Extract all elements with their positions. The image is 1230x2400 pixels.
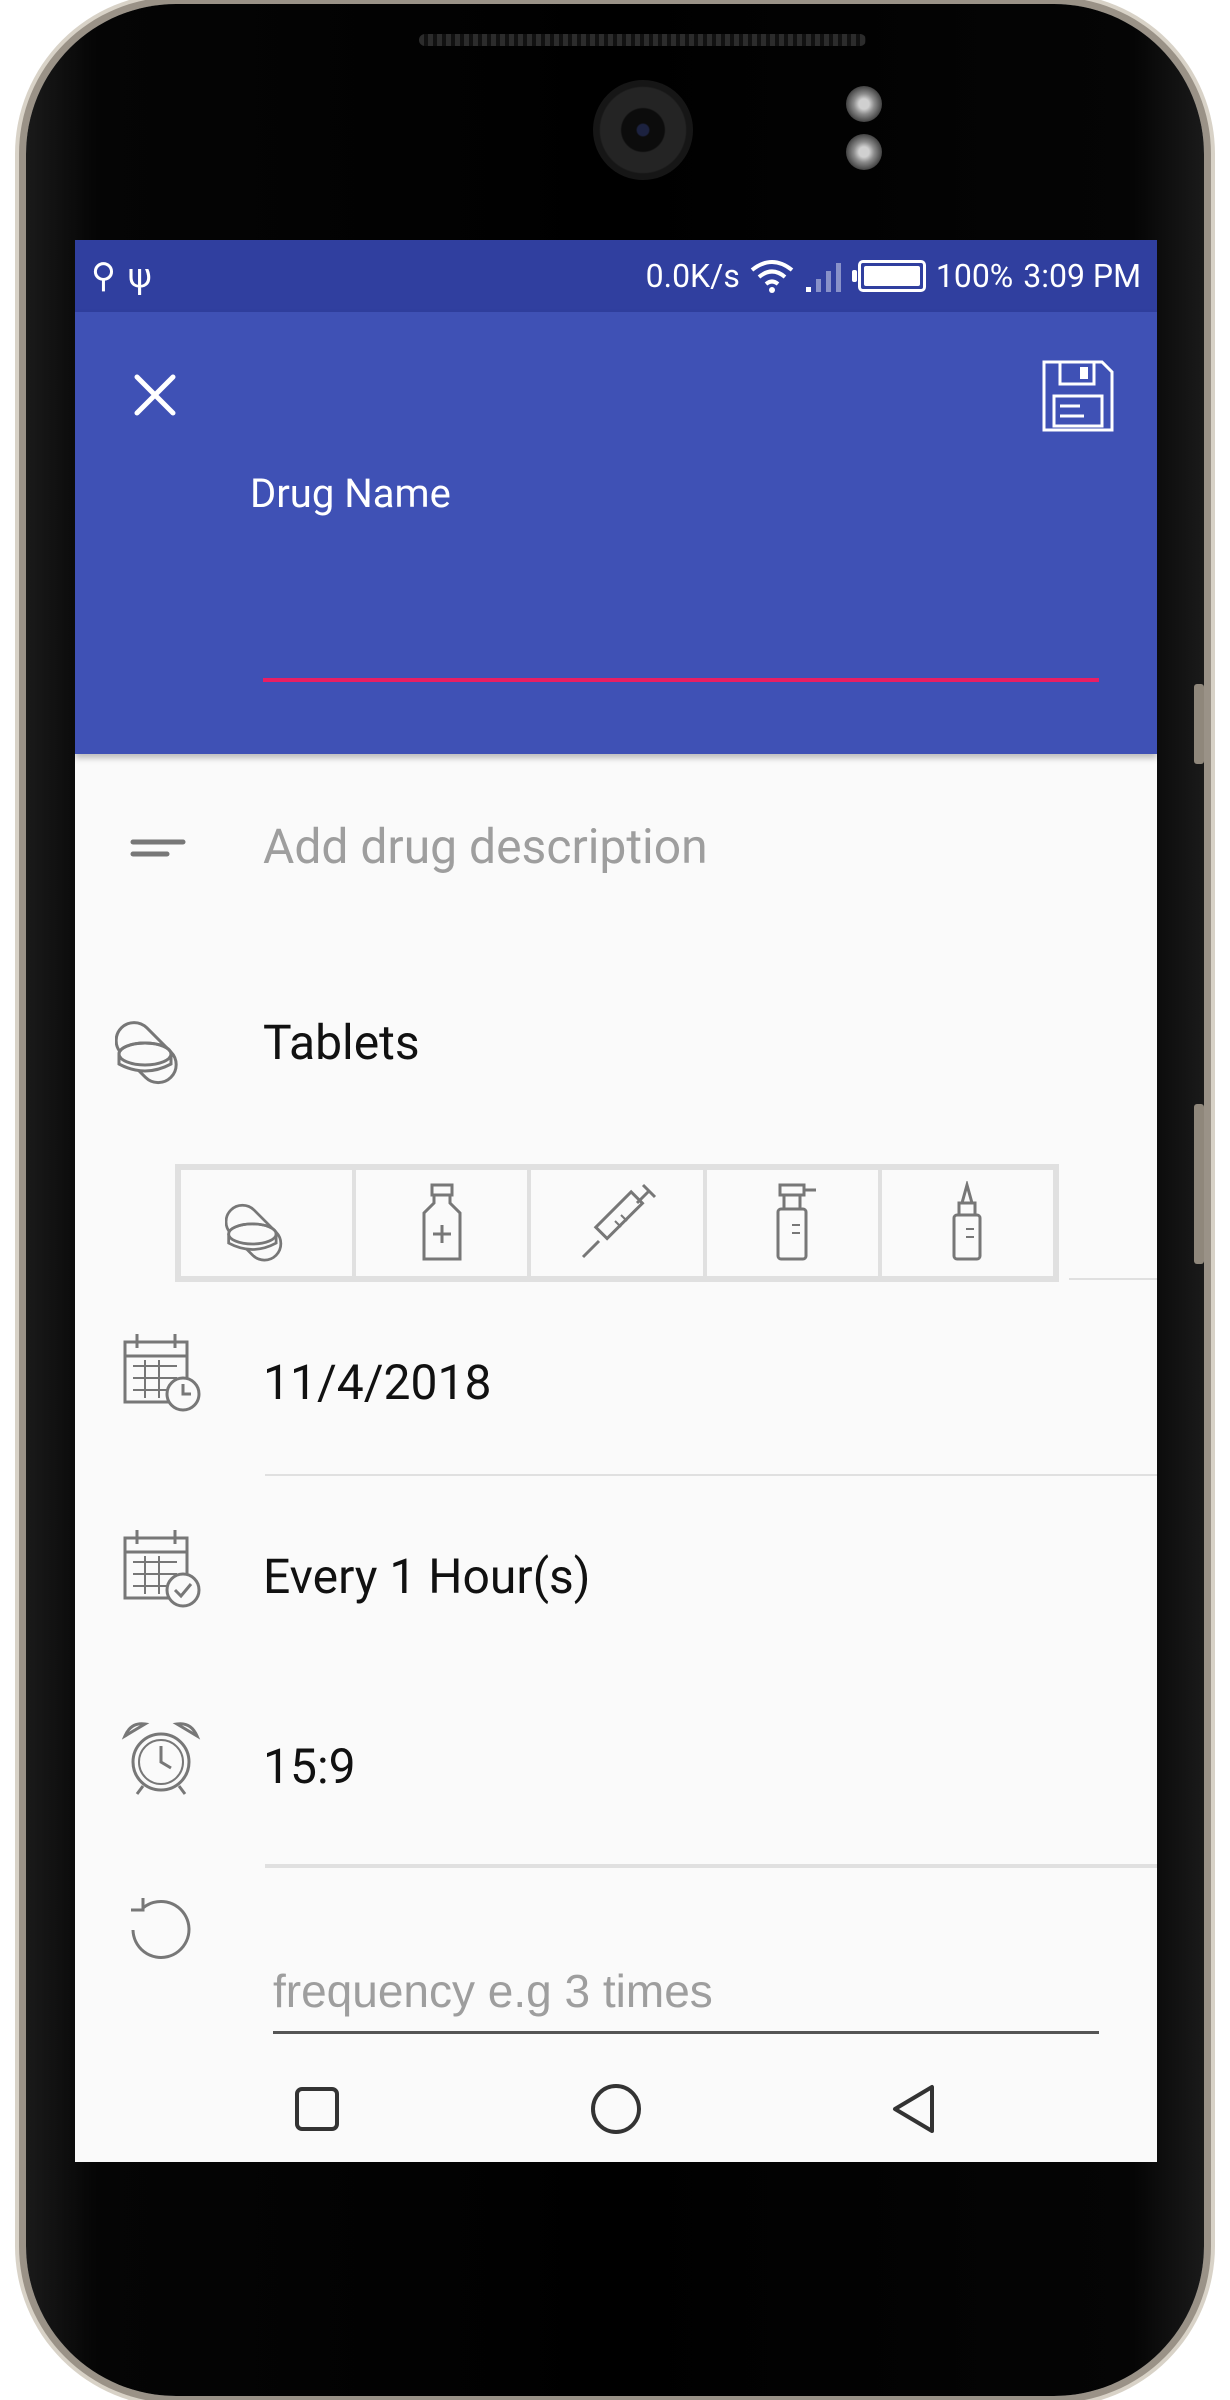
drug-type-value: Tablets xyxy=(263,1014,420,1071)
back-icon[interactable] xyxy=(880,2074,950,2144)
bottle-icon xyxy=(422,1183,462,1261)
clock: 3:09 PM xyxy=(1023,257,1141,295)
syringe-icon xyxy=(581,1183,657,1259)
front-camera xyxy=(593,80,693,180)
notification-icons: ⚲ ψ xyxy=(91,256,152,296)
description-placeholder: Add drug description xyxy=(263,818,708,875)
description-row[interactable]: Add drug description xyxy=(75,788,1157,908)
wifi-icon xyxy=(750,260,794,293)
close-icon[interactable] xyxy=(120,360,190,430)
battery-level: 100% xyxy=(935,257,1014,295)
alarm-clock-icon xyxy=(121,1722,201,1795)
time-row[interactable]: 15:9 xyxy=(75,1696,1157,1826)
drug-name-input[interactable] xyxy=(263,562,1099,682)
type-option-bottle[interactable] xyxy=(356,1170,528,1276)
spray-icon xyxy=(776,1183,817,1261)
start-date-value: 11/4/2018 xyxy=(263,1354,492,1411)
recents-icon[interactable] xyxy=(282,2074,352,2144)
proximity-sensor xyxy=(846,86,882,122)
net-speed: 0.0K/s xyxy=(645,257,740,295)
frequency-input[interactable] xyxy=(273,1950,1099,2034)
tablets-icon xyxy=(115,1021,178,1085)
status-bar: ⚲ ψ 0.0K/s 100% 3:09 PM xyxy=(75,240,1157,312)
navigation-bar xyxy=(75,2054,1157,2162)
drops-icon xyxy=(952,1181,982,1261)
drug-type-row[interactable]: Tablets xyxy=(75,976,1157,1116)
drug-type-picker xyxy=(175,1164,1059,1282)
status-right: 0.0K/s 100% 3:09 PM xyxy=(646,254,1141,298)
calendar-clock-icon xyxy=(123,1334,201,1412)
save-icon[interactable] xyxy=(1040,358,1116,434)
type-option-spray[interactable] xyxy=(706,1170,878,1276)
signal-icon xyxy=(805,263,841,292)
description-icon xyxy=(130,839,186,857)
home-icon[interactable] xyxy=(581,2074,651,2144)
divider xyxy=(1069,1278,1157,1280)
power-button xyxy=(1194,1104,1204,1264)
app-screen: ⚲ ψ 0.0K/s 100% 3:09 PM Drug Name Add dr… xyxy=(75,240,1157,2162)
volume-button xyxy=(1194,684,1204,764)
type-option-syringe[interactable] xyxy=(531,1170,703,1276)
start-date-row[interactable]: 11/4/2018 xyxy=(75,1310,1157,1440)
type-option-tablets[interactable] xyxy=(181,1170,353,1276)
divider xyxy=(265,1864,1157,1868)
divider xyxy=(265,1474,1157,1476)
repeat-value: Every 1 Hour(s) xyxy=(263,1548,591,1605)
drug-name-label: Drug Name xyxy=(250,470,451,517)
app-bar: Drug Name xyxy=(75,312,1157,754)
time-value: 15:9 xyxy=(263,1738,356,1795)
tablets-icon xyxy=(224,1203,282,1262)
earpiece-speaker xyxy=(419,34,866,46)
light-sensor xyxy=(846,134,882,170)
usb-icon: ψ xyxy=(127,256,152,296)
usb-icon: ⚲ xyxy=(91,256,116,296)
type-option-drops[interactable] xyxy=(881,1170,1054,1276)
battery-icon xyxy=(851,260,926,292)
calendar-check-icon xyxy=(123,1530,201,1608)
repeat-icon xyxy=(131,1898,191,1959)
repeat-row[interactable]: Every 1 Hour(s) xyxy=(75,1506,1157,1636)
